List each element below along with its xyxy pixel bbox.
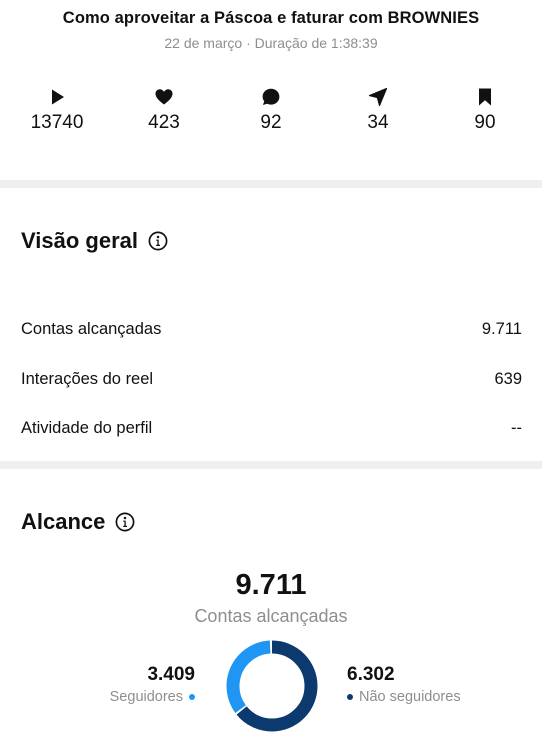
play-icon xyxy=(46,86,68,108)
non-followers-dot xyxy=(347,694,353,700)
stat-saves: 90 xyxy=(449,86,521,138)
reel-meta: 22 de março · Duração de 1:38:39 xyxy=(164,35,378,51)
reach-title: Alcance xyxy=(21,509,135,535)
share-icon xyxy=(367,86,389,108)
non-followers-label: Não seguidores xyxy=(359,689,461,705)
comment-icon xyxy=(260,86,282,108)
reach-total-label: Contas alcançadas xyxy=(194,606,348,626)
followers-value: 3.409 xyxy=(147,664,195,685)
metric-value: 639 xyxy=(494,370,522,388)
reach-total-value: 9.711 xyxy=(235,569,307,601)
stat-saves-value: 90 xyxy=(474,112,496,133)
info-icon[interactable] xyxy=(148,231,168,251)
followers-legend: Seguidores xyxy=(110,688,195,706)
stat-comments: 92 xyxy=(235,86,307,138)
metric-row-profile-activity[interactable]: Atividade do perfil -- xyxy=(21,418,522,438)
metric-label: Interações do reel xyxy=(21,370,154,388)
metric-value: -- xyxy=(511,419,522,437)
bookmark-icon xyxy=(474,86,496,108)
metric-label: Atividade do perfil xyxy=(21,419,153,437)
followers-dot xyxy=(189,694,195,700)
overview-title-text: Visão geral xyxy=(21,228,138,253)
stat-shares-value: 34 xyxy=(367,112,389,133)
section-divider xyxy=(0,180,542,188)
heart-icon xyxy=(153,86,175,108)
non-followers-stat: 6.302 Não seguidores xyxy=(347,664,461,706)
info-icon[interactable] xyxy=(115,512,135,532)
reach-title-text: Alcance xyxy=(21,509,106,534)
followers-label: Seguidores xyxy=(109,689,183,705)
metric-row-reel-interactions[interactable]: Interações do reel 639 xyxy=(21,369,522,389)
section-divider xyxy=(0,461,542,469)
non-followers-value: 6.302 xyxy=(347,664,395,685)
reel-title: Como aproveitar a Páscoa e faturar com B… xyxy=(62,9,480,27)
stat-plays: 13740 xyxy=(21,86,93,138)
reel-header: Como aproveitar a Páscoa e faturar com B… xyxy=(0,0,542,52)
stats-row: 13740 423 92 34 90 xyxy=(0,86,542,138)
stat-comments-value: 92 xyxy=(260,112,282,133)
non-followers-legend: Não seguidores xyxy=(347,688,461,706)
stat-plays-value: 13740 xyxy=(30,112,84,133)
metric-label: Contas alcançadas xyxy=(21,320,162,338)
followers-stat: 3.409 Seguidores xyxy=(110,664,195,706)
metric-value: 9.711 xyxy=(481,320,522,338)
stat-shares: 34 xyxy=(342,86,414,138)
stat-likes-value: 423 xyxy=(148,112,180,133)
overview-title: Visão geral xyxy=(21,228,168,254)
metric-row-accounts-reached[interactable]: Contas alcançadas 9.711 xyxy=(21,319,522,339)
reach-donut-chart xyxy=(226,640,318,732)
stat-likes: 423 xyxy=(128,86,200,138)
